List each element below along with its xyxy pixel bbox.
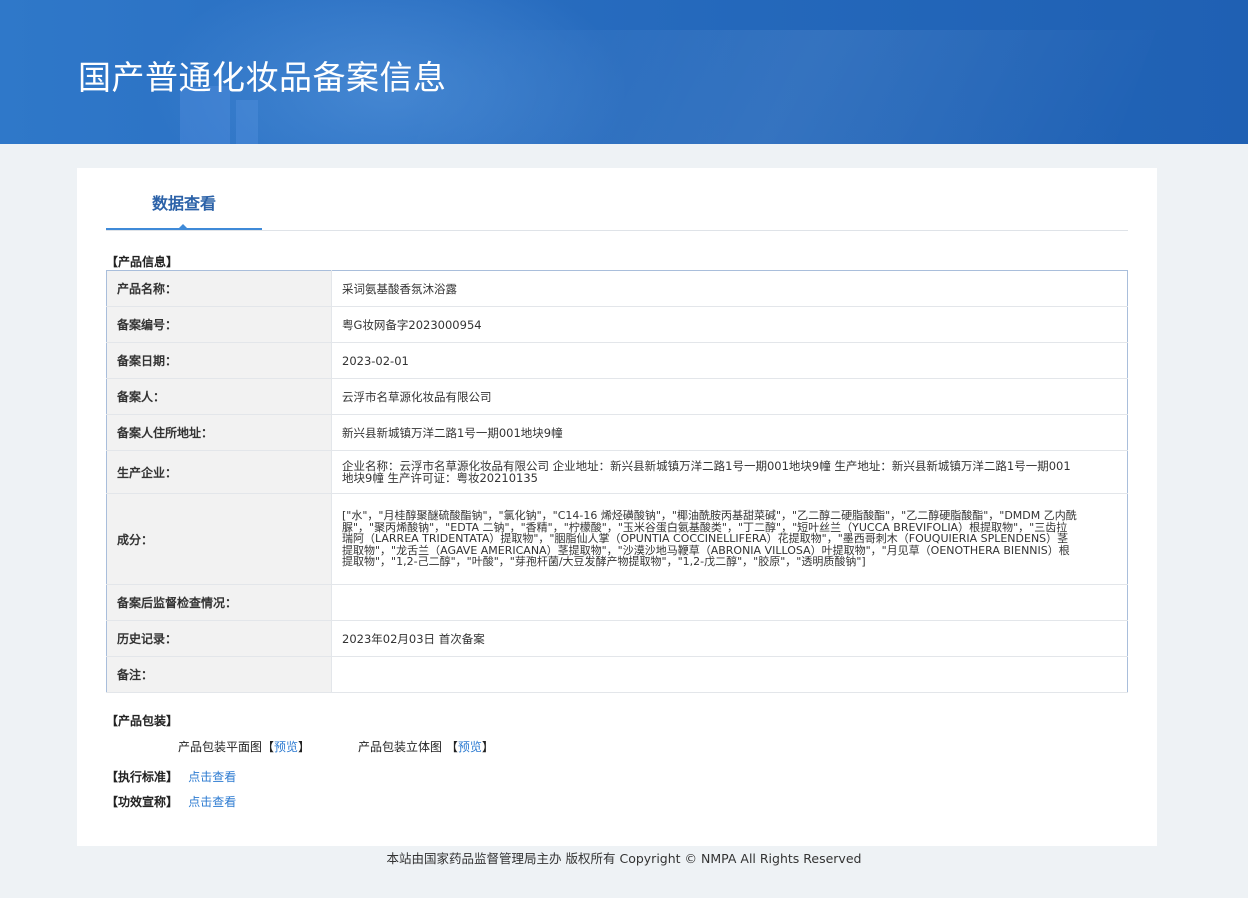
row-key: 产品名称： — [106, 270, 332, 307]
efficacy-view-link[interactable]: 点击查看 — [188, 795, 236, 809]
header-light-streak — [383, 30, 1157, 144]
table-row: 生产企业： 企业名称：云浮市名草源化妆品有限公司 企业地址：新兴县新城镇万洋二路… — [106, 450, 1128, 494]
product-info-heading: 【产品信息】 — [106, 255, 179, 269]
table-row: 备案人： 云浮市名草源化妆品有限公司 — [106, 378, 1128, 415]
row-key: 成分： — [106, 493, 332, 585]
page-header: 国产普通化妆品备案信息 — [0, 0, 1248, 144]
row-value: 采词氨基酸香氛沐浴露 — [331, 270, 1128, 307]
row-key: 历史记录： — [106, 620, 332, 657]
row-key: 备案人住所地址： — [106, 414, 332, 451]
package-solid-label: 产品包装立体图 — [358, 740, 443, 754]
table-row: 产品名称： 采词氨基酸香氛沐浴露 — [106, 270, 1128, 307]
row-key: 生产企业： — [106, 450, 332, 494]
standard-row: 【执行标准】 点击查看 — [106, 769, 236, 785]
package-flat-label: 产品包装平面图 — [178, 740, 263, 754]
efficacy-heading: 【功效宣称】 — [106, 795, 179, 809]
row-value: 2023-02-01 — [331, 342, 1128, 379]
row-value: 云浮市名草源化妆品有限公司 — [331, 378, 1128, 415]
package-solid-preview-link[interactable]: 预览 — [458, 740, 482, 754]
tab-bar: 数据查看 — [106, 188, 1128, 231]
page-footer: 本站由国家药品监督管理局主办 版权所有 Copyright © NMPA All… — [386, 851, 862, 866]
table-row: 备案日期： 2023-02-01 — [106, 342, 1128, 379]
content-card: 数据查看 【产品信息】 产品名称： 采词氨基酸香氛沐浴露 备案编号： 粤G妆网备… — [77, 168, 1157, 846]
row-value: 新兴县新城镇万洋二路1号一期001地块9幢 — [331, 414, 1128, 451]
table-row: 备案人住所地址： 新兴县新城镇万洋二路1号一期001地块9幢 — [106, 414, 1128, 451]
package-flat-item: 产品包装平面图【预览】 — [178, 739, 310, 755]
tab-active-caret — [178, 224, 188, 229]
row-value: 企业名称：云浮市名草源化妆品有限公司 企业地址：新兴县新城镇万洋二路1号一期00… — [331, 450, 1128, 494]
row-value: 粤G妆网备字2023000954 — [331, 306, 1128, 343]
row-value — [331, 584, 1128, 621]
row-value — [331, 656, 1128, 693]
table-row: 备注： — [106, 656, 1128, 693]
package-solid-item: 产品包装立体图 【预览】 — [358, 739, 494, 755]
bracket-open: 【 — [262, 740, 275, 754]
row-key: 备案后监督检查情况： — [106, 584, 332, 621]
row-key: 备案编号： — [106, 306, 332, 343]
row-key: 备案日期： — [106, 342, 332, 379]
package-flat-preview-link[interactable]: 预览 — [274, 740, 298, 754]
product-info-table: 产品名称： 采词氨基酸香氛沐浴露 备案编号： 粤G妆网备字2023000954 … — [106, 270, 1128, 693]
header-decoration — [236, 100, 258, 144]
row-key: 备案人： — [106, 378, 332, 415]
table-row: 历史记录： 2023年02月03日 首次备案 — [106, 620, 1128, 657]
bracket-close: 】 — [481, 740, 494, 754]
standard-view-link[interactable]: 点击查看 — [188, 770, 236, 784]
package-heading: 【产品包装】 — [106, 714, 179, 728]
table-row: 备案编号： 粤G妆网备字2023000954 — [106, 306, 1128, 343]
row-key: 备注： — [106, 656, 332, 693]
row-value: 2023年02月03日 首次备案 — [331, 620, 1128, 657]
standard-heading: 【执行标准】 — [106, 770, 179, 784]
bracket-open: 【 — [445, 740, 458, 754]
ingredients-value: ["水"，"月桂醇聚醚硫酸酯钠"，"氯化钠"，"C14-16 烯烃磺酸钠"，"椰… — [331, 493, 1128, 585]
efficacy-row: 【功效宣称】 点击查看 — [106, 794, 236, 810]
bracket-close: 】 — [298, 740, 311, 754]
site-title: 国产普通化妆品备案信息 — [78, 58, 447, 97]
table-row: 备案后监督检查情况： — [106, 584, 1128, 621]
table-row: 成分： ["水"，"月桂醇聚醚硫酸酯钠"，"氯化钠"，"C14-16 烯烃磺酸钠… — [106, 493, 1128, 585]
